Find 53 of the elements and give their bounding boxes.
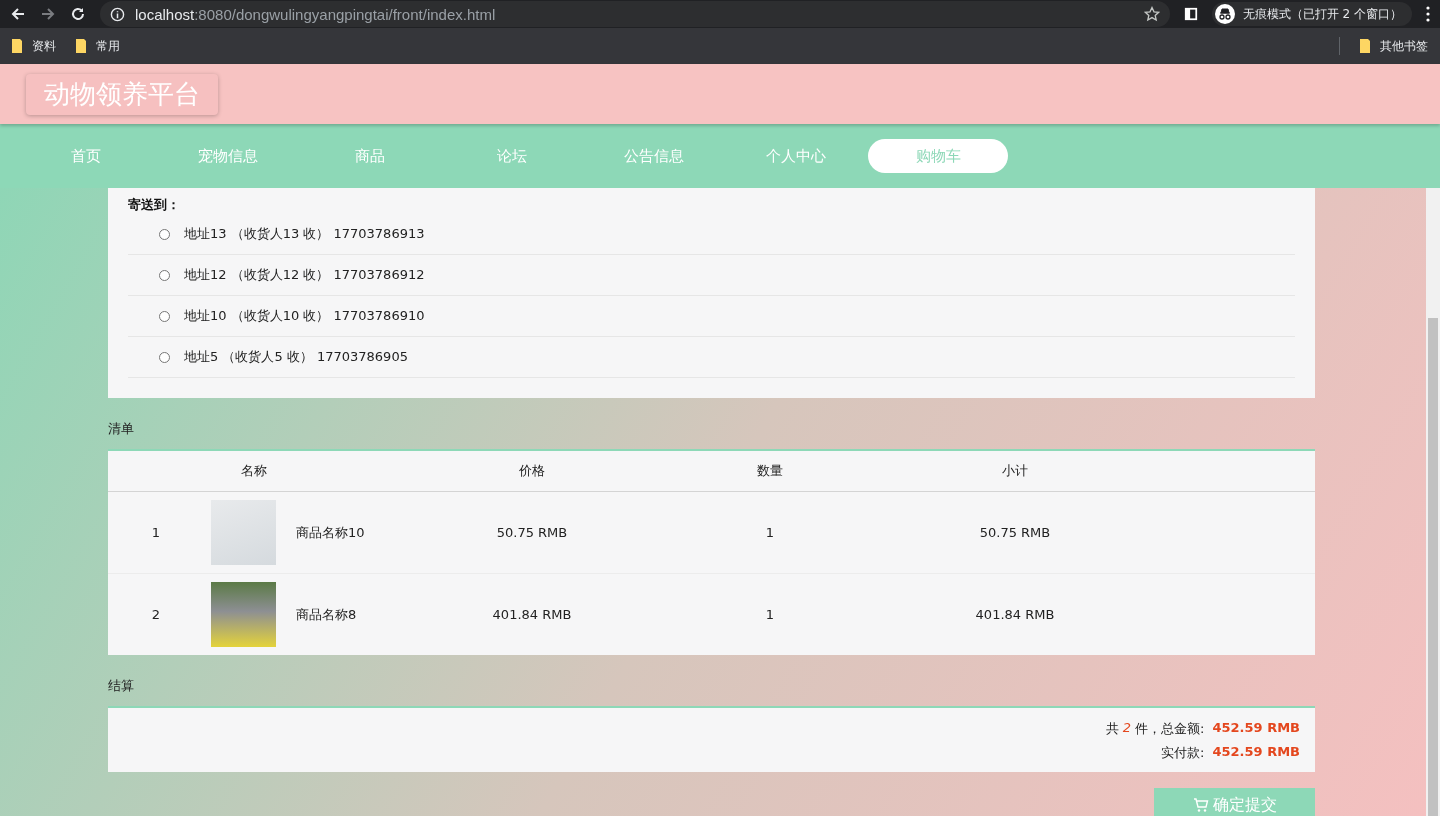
quantity-cell-text: 1 (764, 607, 776, 622)
column-header: 小计 (1001, 462, 1029, 480)
total-label: 件，总金额: (1135, 720, 1205, 738)
photo-placeholder (211, 582, 276, 647)
url-host: localhost (135, 5, 195, 23)
row-index: 2 (150, 607, 162, 622)
bookmark-folder[interactable]: 资料 (12, 37, 56, 55)
reload-icon[interactable] (70, 6, 86, 22)
address-option[interactable]: 地址5 （收货人5 收） 17703786905 (184, 348, 408, 366)
product-name: 商品名称8 (296, 605, 357, 624)
section-title: 清单 (108, 420, 135, 438)
cart-icon (1192, 797, 1209, 813)
incognito-profile-button[interactable]: 无痕模式（已打开 2 个窗口） (1211, 2, 1412, 26)
row-index: 1 (150, 525, 162, 540)
other-bookmarks-folder[interactable]: 其他书签 (1360, 37, 1428, 55)
radio-button[interactable] (159, 310, 170, 322)
address-bar[interactable]: localhost:8080/dongwulingyangpingtai/front/index.html (100, 1, 1170, 27)
address-option[interactable]: 地址13 （收货人13 收） 17703786913 (184, 225, 425, 243)
column-header: 数量 (756, 462, 784, 480)
radio-button[interactable] (159, 269, 170, 281)
item-count-text: 共 (1105, 720, 1119, 738)
product-name: 商品名称10 (296, 523, 365, 542)
info-icon[interactable] (110, 6, 125, 22)
folder-icon (12, 39, 22, 53)
side-panel-icon[interactable] (1183, 7, 1198, 21)
paid-label: 实付款: (1161, 744, 1205, 762)
url-path: :8080/dongwulingyangpingtai/front/index.html (194, 5, 496, 23)
ship-to-label: 寄送到： (128, 196, 181, 214)
column-header: 名称 (240, 462, 268, 480)
paid-amount: 452.59 RMB (1212, 744, 1300, 761)
scrollbar[interactable] (1426, 188, 1440, 816)
address-option[interactable]: 地址12 （收货人12 收） 17703786912 (184, 266, 425, 284)
quantity-cell-text: 1 (764, 525, 776, 540)
radio-button[interactable] (159, 351, 170, 363)
incognito-icon (1214, 4, 1235, 24)
price-cell-text: 401.84 RMB (491, 607, 573, 622)
total-amount: 452.59 RMB (1212, 720, 1300, 737)
back-arrow-icon[interactable] (10, 6, 26, 22)
price-cell-text: 50.75 RMB (495, 525, 569, 540)
star-icon[interactable] (1143, 6, 1160, 22)
subtotal-cell-text: 401.84 RMB (974, 607, 1056, 622)
folder-icon (76, 39, 86, 53)
section-title: 结算 (108, 677, 135, 695)
photo-placeholder (211, 500, 276, 565)
folder-icon (1360, 39, 1370, 53)
radio-button[interactable] (159, 228, 170, 240)
bookmark-folder[interactable]: 常用 (76, 37, 120, 55)
item-count: 2 (1122, 720, 1132, 737)
address-option[interactable]: 地址10 （收货人10 收） 17703786910 (184, 307, 425, 325)
column-header: 价格 (518, 462, 546, 480)
forward-arrow-icon[interactable] (40, 6, 56, 22)
subtotal-cell-text: 50.75 RMB (978, 525, 1052, 540)
menu-icon[interactable] (1426, 6, 1430, 22)
